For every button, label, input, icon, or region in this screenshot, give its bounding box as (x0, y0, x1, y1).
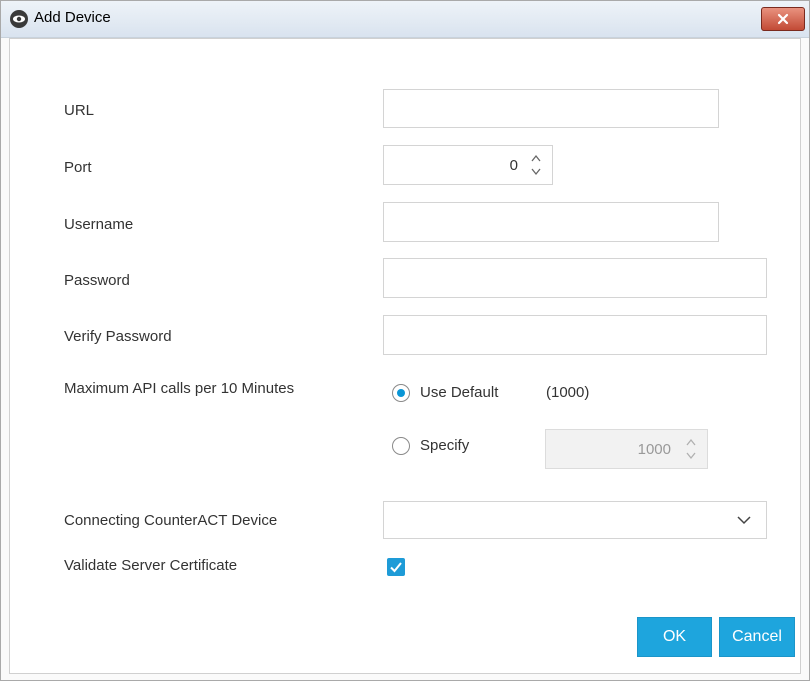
checkmark-icon (390, 562, 402, 573)
port-spinner[interactable]: 0 (383, 145, 553, 185)
password-input[interactable] (383, 258, 767, 298)
api-calls-label: Maximum API calls per 10 Minutes (64, 380, 295, 397)
verify-password-label: Verify Password (64, 328, 172, 345)
use-default-value: (1000) (546, 384, 590, 401)
chevron-down-icon (737, 516, 751, 525)
specify-spinner: 1000 (545, 429, 708, 469)
specify-radio[interactable] (392, 437, 410, 455)
spinner-arrows-icon (686, 438, 696, 460)
use-default-label[interactable]: Use Default (420, 384, 498, 401)
title-bar: Add Device (1, 1, 809, 38)
specify-value: 1000 (637, 441, 671, 458)
eye-icon (10, 10, 28, 28)
cancel-button[interactable]: Cancel (719, 617, 795, 657)
password-label: Password (64, 272, 130, 289)
spinner-arrows-icon[interactable] (530, 151, 542, 179)
username-label: Username (64, 216, 134, 233)
port-label: Port (64, 159, 92, 176)
add-device-dialog: Add Device URL Port 0 Username Password (0, 0, 810, 681)
close-icon (777, 13, 789, 25)
validate-cert-checkbox[interactable] (387, 558, 405, 576)
validate-cert-label: Validate Server Certificate (64, 557, 238, 574)
connecting-device-label: Connecting CounterACT Device (64, 512, 278, 529)
specify-label[interactable]: Specify (420, 437, 469, 454)
form-panel: URL Port 0 Username Password Verify Pass… (9, 38, 801, 674)
close-button[interactable] (761, 7, 805, 31)
use-default-radio[interactable] (392, 384, 410, 402)
url-label: URL (64, 102, 95, 119)
connecting-device-dropdown[interactable] (383, 501, 767, 539)
dialog-title: Add Device (34, 9, 111, 26)
username-input[interactable] (383, 202, 719, 242)
url-input[interactable] (383, 89, 719, 128)
port-value: 0 (509, 157, 518, 174)
verify-password-input[interactable] (383, 315, 767, 355)
ok-button[interactable]: OK (637, 617, 712, 657)
